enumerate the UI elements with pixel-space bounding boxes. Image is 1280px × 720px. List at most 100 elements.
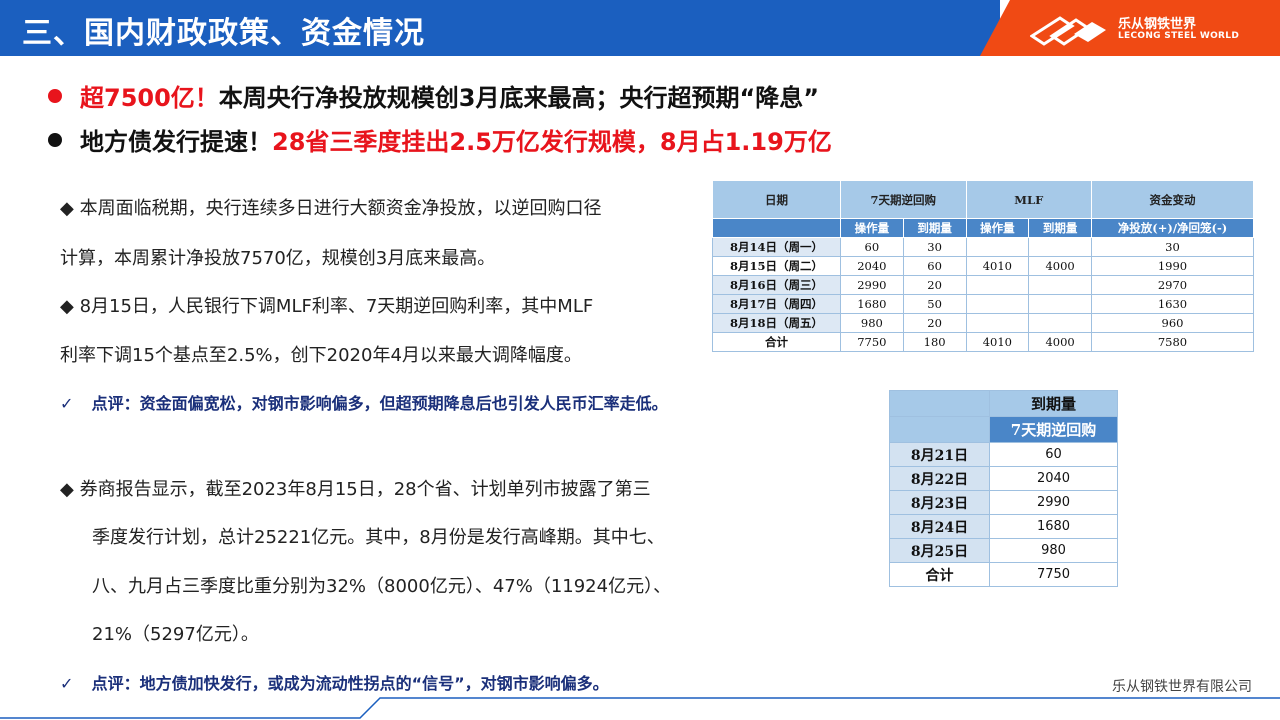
cell-date: 8月21日 — [889, 442, 990, 467]
cell-date: 8月23日 — [889, 490, 990, 515]
footer-company: 乐从钢铁世界有限公司 — [1112, 679, 1252, 695]
cell-date: 8月18日（周五） — [712, 313, 841, 333]
cell-rr-op: 2040 — [840, 256, 904, 276]
paragraph-2-line-2: 利率下调15个基点至2.5%，创下2020年4月以来最大调降幅度。 — [60, 345, 582, 366]
headline-1-highlight: 超7500亿！ — [80, 84, 219, 112]
cell-date: 8月15日（周二） — [712, 256, 841, 276]
maturity-subheader-row: 7天期逆回购 — [889, 416, 1118, 443]
check-icon: ✓ — [60, 674, 74, 693]
cell-mlf-op — [965, 294, 1030, 314]
page-title: 三、国内财政政策、资金情况 — [22, 16, 425, 51]
cell-mlf-due — [1028, 294, 1092, 314]
maturity-table: 到期量 7天期逆回购 8月21日 60 8月22日 2040 8月23日 299… — [889, 390, 1118, 587]
paragraph-3-line-3: 八、九月占三季度比重分别为32%（8000亿元）、47%（11924亿元）、 — [92, 576, 672, 597]
headline-1: 超7500亿！ 本周央行净投放规模创3月底来最高；央行超预期“降息” — [48, 78, 819, 113]
comment-2-text: 点评：地方债加快发行，或成为流动性拐点的“信号”，对钢市影响偏多。 — [91, 674, 609, 693]
table-row: 8月16日（周三） 2990 20 2970 — [712, 275, 1254, 295]
subheader-blank — [712, 218, 841, 238]
subheader-net: 净投放(+)/净回笼(-) — [1091, 218, 1254, 238]
headline-1-text: 本周央行净投放规模创3月底来最高；央行超预期“降息” — [218, 84, 820, 112]
table-row: 8月23日 2990 — [889, 490, 1118, 515]
cell-net: 1990 — [1091, 256, 1254, 276]
cell-net: 7580 — [1091, 332, 1254, 352]
bullet-black-icon — [48, 132, 62, 147]
cell-rr-due: 20 — [902, 313, 967, 333]
cell-net: 2970 — [1091, 275, 1254, 295]
headline-2-highlight: 28省三季度挂出2.5万亿发行规模，8月占1.19万亿 — [272, 128, 832, 156]
cell-date: 合计 — [889, 562, 990, 587]
subheader-rr-due: 到期量 — [902, 218, 967, 238]
bullet-red-icon — [48, 88, 62, 103]
cell-mlf-due: 4000 — [1028, 332, 1092, 352]
cell-date: 8月16日（周三） — [712, 275, 841, 295]
header-reverse-repo: 7天期逆回购 — [840, 180, 967, 219]
cell-value: 980 — [989, 538, 1118, 563]
paragraph-2-line-1: ◆ 8月15日，人民银行下调MLF利率、7天期逆回购利率，其中MLF — [60, 296, 594, 317]
cell-date: 8月17日（周四） — [712, 294, 841, 314]
table-subheader-row: 操作量 到期量 操作量 到期量 净投放(+)/净回笼(-) — [712, 218, 1254, 238]
table-row: 8月14日（周一） 60 30 30 — [712, 237, 1254, 257]
cell-rr-op: 7750 — [840, 332, 904, 352]
header-date: 日期 — [712, 180, 841, 219]
paragraph-3-line-4: 21%（5297亿元）。 — [92, 624, 259, 645]
table-row: 8月24日 1680 — [889, 514, 1118, 539]
paragraph-1-line-1: ◆ 本周面临税期，央行连续多日进行大额资金净投放，以逆回购口径 — [60, 198, 602, 219]
comment-2: ✓ 点评：地方债加快发行，或成为流动性拐点的“信号”，对钢市影响偏多。 — [60, 670, 609, 694]
table-total-row: 合计 7750 180 4010 4000 7580 — [712, 332, 1254, 352]
subheader-rr-op: 操作量 — [840, 218, 904, 238]
maturity-header-blank — [889, 390, 990, 417]
logo-text-en: LECONG STEEL WORLD — [1118, 31, 1240, 42]
header-funds: 资金变动 — [1091, 180, 1254, 219]
cell-rr-due: 30 — [902, 237, 967, 257]
check-icon: ✓ — [60, 394, 74, 413]
comment-1-text: 点评：资金面偏宽松，对钢市影响偏多，但超预期降息后也引发人民币汇率走低。 — [91, 394, 668, 413]
cell-date: 合计 — [712, 332, 841, 352]
company-logo: 乐从钢铁世界 LECONG STEEL WORLD — [1030, 12, 1239, 48]
cell-rr-due: 180 — [902, 332, 967, 352]
table-row: 8月22日 2040 — [889, 466, 1118, 491]
paragraph-1-line-2: 计算，本周累计净投放7570亿，规模创3月底来最高。 — [60, 248, 496, 269]
cell-mlf-op: 4010 — [965, 332, 1030, 352]
cell-date: 8月25日 — [889, 538, 990, 563]
cell-value: 2990 — [989, 490, 1118, 515]
table-header-row: 日期 7天期逆回购 MLF 资金变动 — [712, 180, 1254, 219]
maturity-subheader: 7天期逆回购 — [989, 416, 1118, 443]
cell-mlf-due: 4000 — [1028, 256, 1092, 276]
cell-value: 1680 — [989, 514, 1118, 539]
maturity-header: 到期量 — [989, 390, 1118, 417]
cell-date: 8月22日 — [889, 466, 990, 491]
cell-mlf-op: 4010 — [965, 256, 1030, 276]
cell-rr-op: 1680 — [840, 294, 904, 314]
liquidity-table: 日期 7天期逆回购 MLF 资金变动 操作量 到期量 操作量 到期量 净投放(+… — [712, 180, 1254, 352]
cell-mlf-op — [965, 275, 1030, 295]
cell-net: 30 — [1091, 237, 1254, 257]
logo-icon — [1030, 16, 1106, 46]
header: 三、国内财政政策、资金情况 乐从钢铁世界 LECONG STEEL WORLD — [0, 0, 1280, 56]
headline-2: 地方债发行提速！ 28省三季度挂出2.5万亿发行规模，8月占1.19万亿 — [48, 122, 832, 157]
table-total-row: 合计 7750 — [889, 562, 1118, 587]
table-row: 8月25日 980 — [889, 538, 1118, 563]
cell-net: 960 — [1091, 313, 1254, 333]
cell-rr-due: 50 — [902, 294, 967, 314]
cell-rr-due: 20 — [902, 275, 967, 295]
subheader-mlf-due: 到期量 — [1028, 218, 1092, 238]
cell-date: 8月24日 — [889, 514, 990, 539]
cell-mlf-due — [1028, 237, 1092, 257]
cell-value: 7750 — [989, 562, 1118, 587]
maturity-header-row: 到期量 — [889, 390, 1118, 417]
subheader-mlf-op: 操作量 — [965, 218, 1030, 238]
logo-text-cn: 乐从钢铁世界 — [1118, 16, 1197, 32]
cell-mlf-op — [965, 237, 1030, 257]
cell-net: 1630 — [1091, 294, 1254, 314]
cell-rr-due: 60 — [902, 256, 967, 276]
comment-1: ✓ 点评：资金面偏宽松，对钢市影响偏多，但超预期降息后也引发人民币汇率走低。 — [60, 390, 668, 414]
cell-value: 60 — [989, 442, 1118, 467]
table-row: 8月17日（周四） 1680 50 1630 — [712, 294, 1254, 314]
paragraph-3-line-2: 季度发行计划，总计25221亿元。其中，8月份是发行高峰期。其中七、 — [92, 527, 665, 548]
paragraph-3-line-1: ◆ 券商报告显示，截至2023年8月15日，28个省、计划单列市披露了第三 — [60, 479, 651, 500]
cell-mlf-due — [1028, 275, 1092, 295]
bottom-decoration — [0, 697, 1280, 719]
cell-rr-op: 60 — [840, 237, 904, 257]
header-mlf: MLF — [965, 180, 1092, 219]
headline-2-text: 地方债发行提速！ — [80, 128, 272, 156]
